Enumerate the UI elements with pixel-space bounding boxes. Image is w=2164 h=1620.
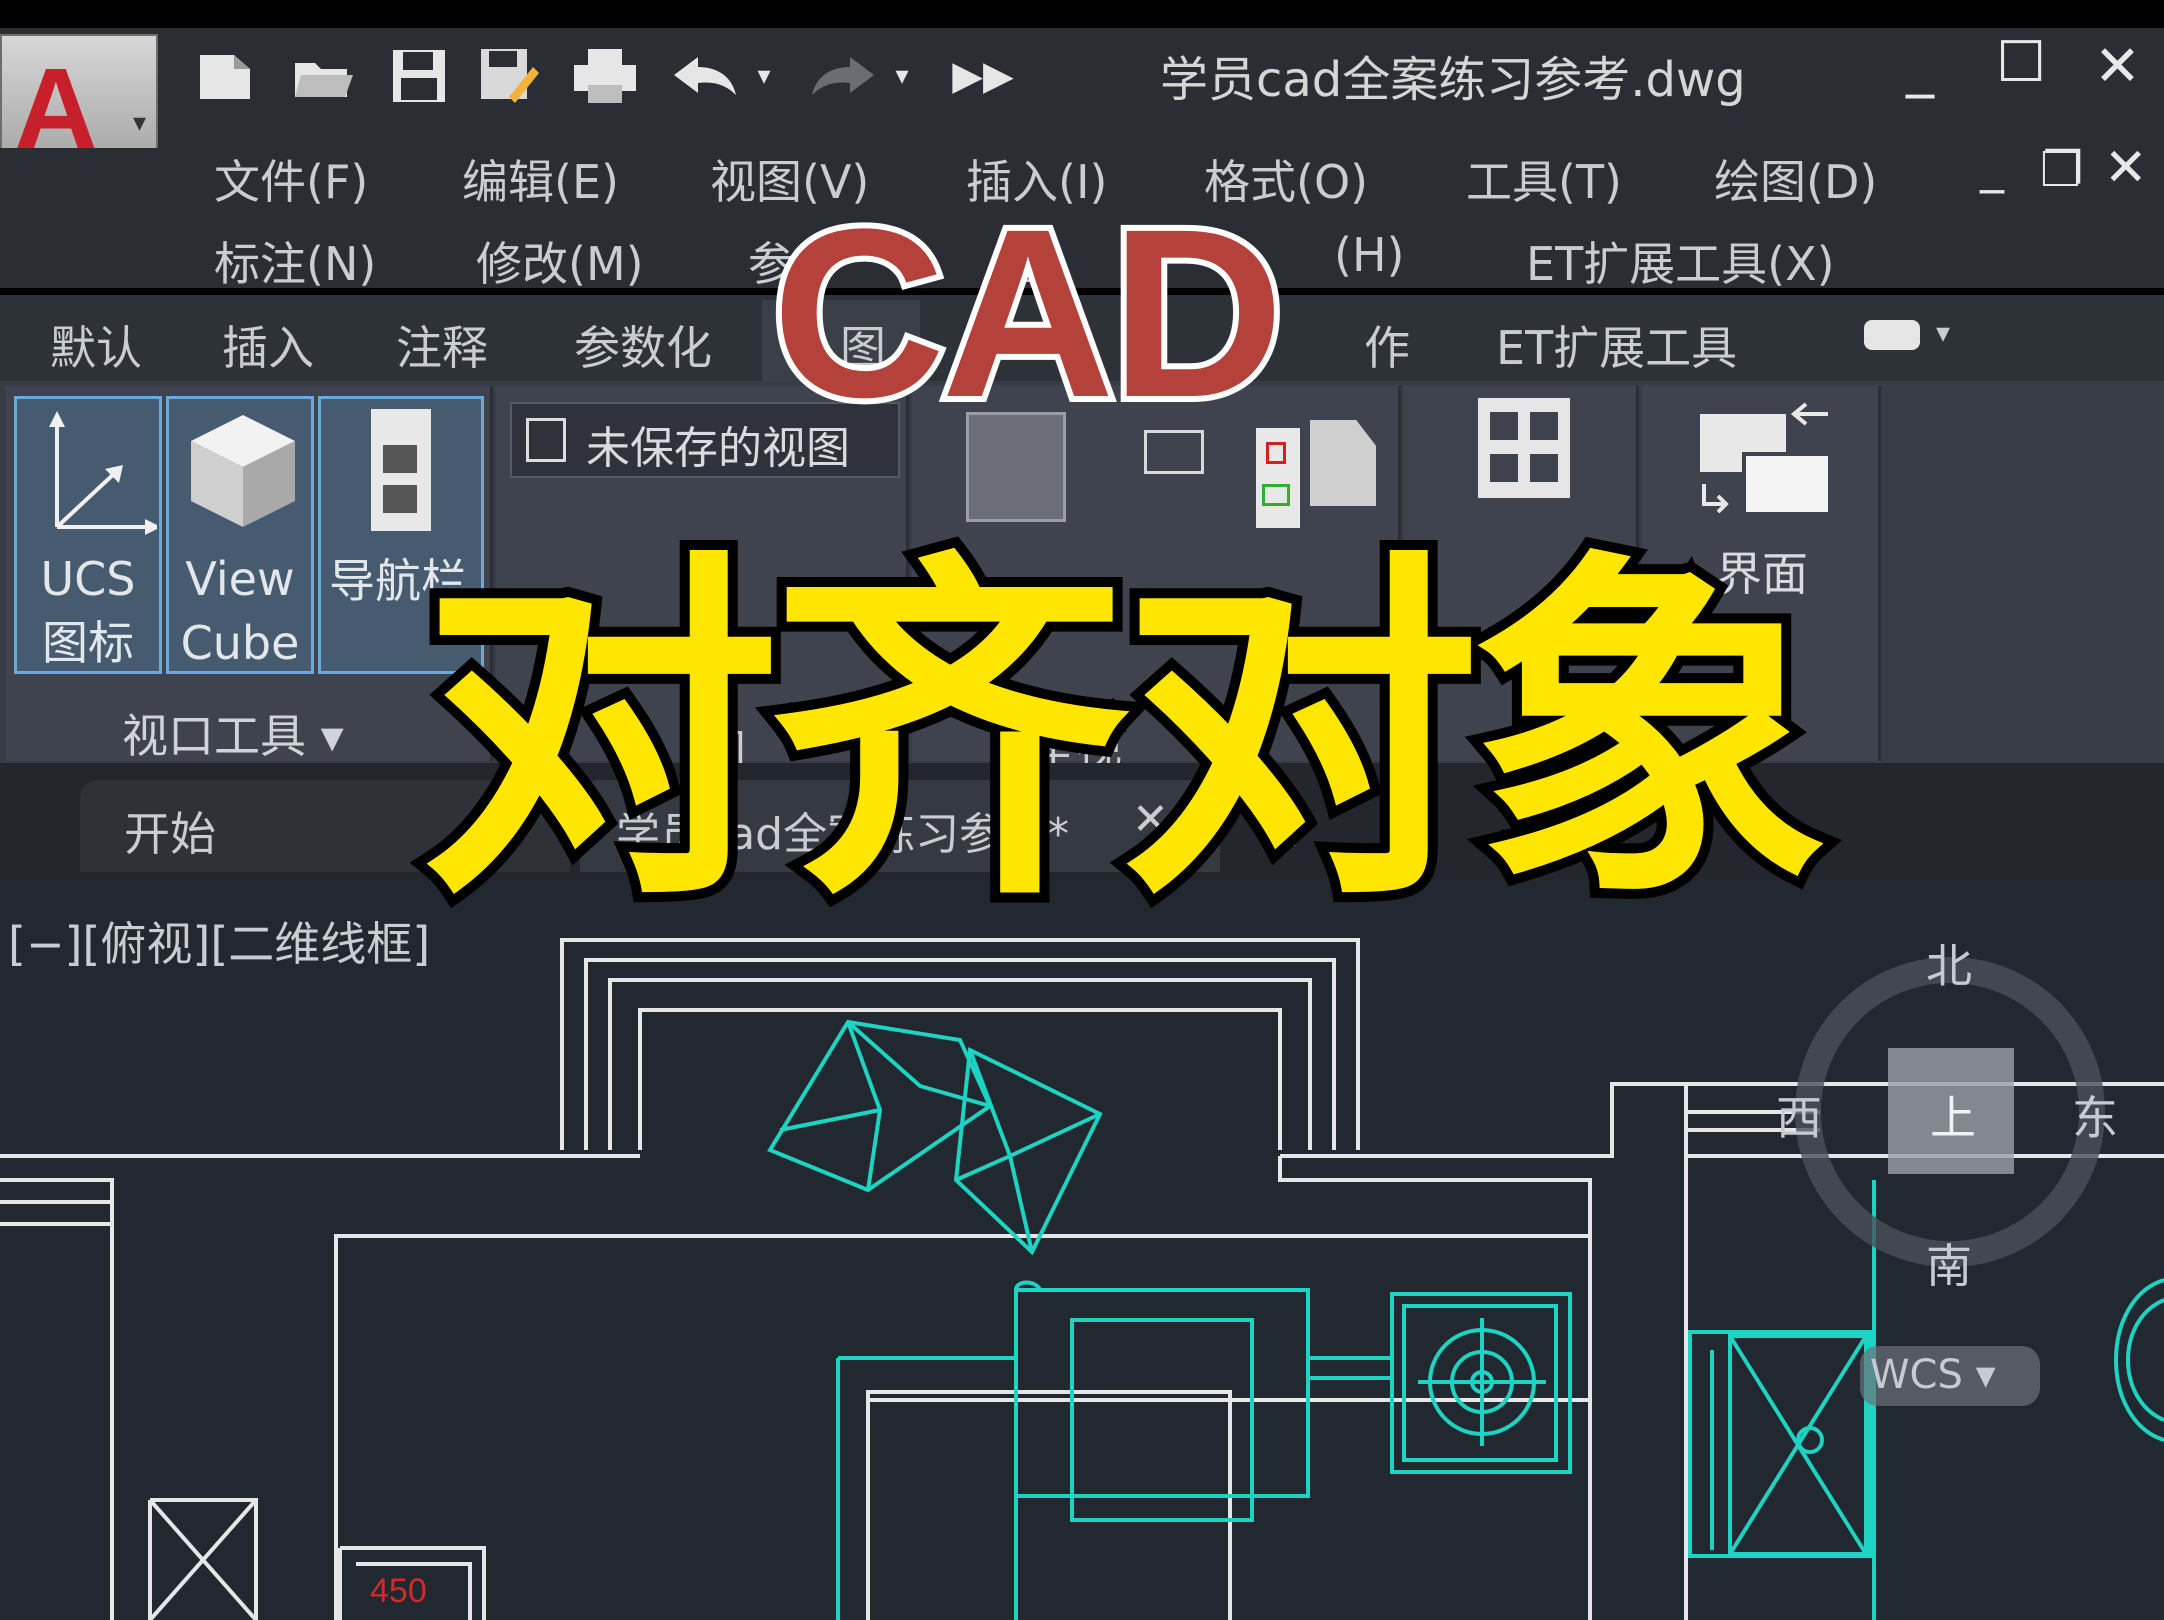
- menu-et-tools[interactable]: ET扩展工具(X): [1526, 228, 1835, 294]
- menu-edit[interactable]: 编辑(E): [462, 146, 619, 212]
- undo-icon[interactable]: [670, 48, 736, 104]
- viewcube-button[interactable]: View Cube: [166, 396, 314, 674]
- more-icon[interactable]: ▶▶: [950, 48, 1016, 104]
- open-folder-icon[interactable]: [290, 48, 356, 104]
- save-as-icon[interactable]: [476, 48, 542, 104]
- tab-annotate[interactable]: 注释: [396, 312, 488, 378]
- minimize-button[interactable]: _: [1906, 34, 1934, 99]
- save-icon[interactable]: [386, 48, 452, 104]
- ribbon-minimize-icon[interactable]: [1864, 320, 1920, 350]
- viewport-controls-label[interactable]: [−][俯视][二维线框]: [8, 908, 430, 974]
- menu-tools[interactable]: 工具(T): [1466, 146, 1622, 212]
- compass-west[interactable]: 西: [1776, 1082, 1822, 1148]
- maximize-button[interactable]: ☐: [1996, 30, 2046, 95]
- overlay-title-cad: CAD: [766, 173, 1290, 453]
- ucs-label-2: 图标: [42, 616, 134, 670]
- doc-minimize-button[interactable]: _: [1980, 138, 2004, 194]
- panel-title-viewport-tools[interactable]: 视口工具 ▾: [122, 700, 344, 766]
- close-button[interactable]: ✕: [2094, 34, 2141, 99]
- floor-plan-drawing: 450: [0, 938, 2164, 1620]
- print-icon[interactable]: [572, 48, 638, 104]
- redo-icon[interactable]: [808, 48, 874, 104]
- menu-modify[interactable]: 修改(M): [476, 228, 644, 294]
- menu-file[interactable]: 文件(F): [214, 146, 368, 212]
- tab-parametric[interactable]: 参数化: [574, 312, 712, 378]
- tab-collaborate[interactable]: 作: [1364, 312, 1410, 378]
- panel-empty: [1884, 386, 2164, 761]
- tab-start-label: 开始: [124, 807, 216, 861]
- viewcube-label-1: View: [185, 552, 295, 606]
- compass-east[interactable]: 东: [2072, 1082, 2118, 1148]
- redo-dropdown-icon[interactable]: ▾: [882, 48, 922, 104]
- ucs-label-1: UCS: [40, 552, 136, 606]
- compass-north[interactable]: 北: [1926, 930, 1972, 996]
- doc-restore-button[interactable]: ❐: [2040, 142, 2083, 198]
- viewcube-top-face[interactable]: 上: [1930, 1082, 1976, 1148]
- menu-help[interactable]: (H): [1334, 228, 1404, 282]
- top-strip: [0, 0, 2164, 28]
- dimension-text: 450: [370, 1572, 427, 1610]
- drawing-canvas[interactable]: 450: [0, 880, 2164, 1620]
- tab-et-tools[interactable]: ET扩展工具: [1496, 312, 1737, 378]
- chevron-down-icon: ▾: [132, 108, 146, 138]
- menu-draw[interactable]: 绘图(D): [1714, 146, 1877, 212]
- viewcube-cube-icon: [191, 415, 295, 527]
- menu-dimension[interactable]: 标注(N): [214, 228, 376, 294]
- wcs-menu[interactable]: WCS ▾: [1870, 1352, 1996, 1398]
- doc-close-button[interactable]: ✕: [2104, 138, 2148, 198]
- overlay-title-main: 对齐对象: [410, 514, 1840, 953]
- compass-south[interactable]: 南: [1926, 1230, 1972, 1296]
- undo-dropdown-icon[interactable]: ▾: [744, 48, 784, 104]
- tab-default[interactable]: 默认: [50, 312, 142, 378]
- viewcube-label-2: Cube: [180, 616, 300, 670]
- ribbon-options-icon[interactable]: ▾: [1936, 316, 1950, 349]
- window-title: 学员cad全案练习参考.dwg: [1160, 52, 1746, 108]
- tab-insert[interactable]: 插入: [222, 312, 314, 378]
- new-file-icon[interactable]: [192, 48, 258, 104]
- ucs-icon-button[interactable]: UCS 图标: [14, 396, 162, 674]
- ucs-axes-icon: [49, 411, 157, 535]
